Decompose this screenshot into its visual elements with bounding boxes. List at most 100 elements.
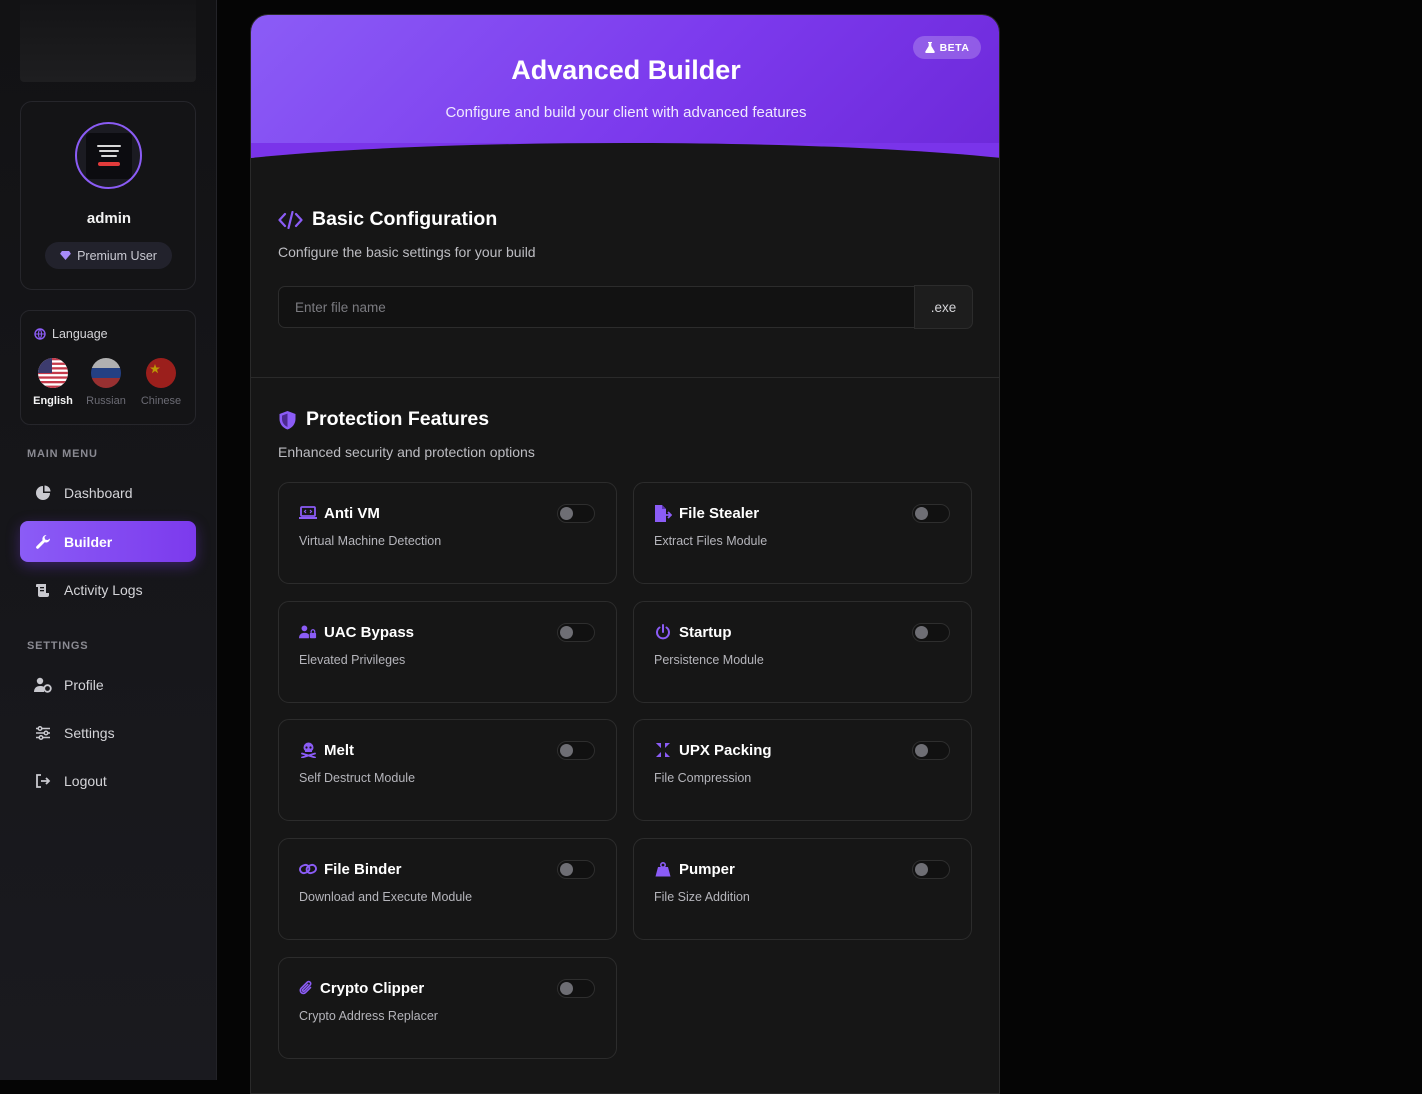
feature-title: File Stealer bbox=[654, 504, 759, 522]
feature-title-label: Pumper bbox=[679, 860, 735, 878]
globe-icon bbox=[34, 328, 46, 340]
feature-title: Crypto Clipper bbox=[299, 979, 424, 997]
settings-label: SETTINGS bbox=[27, 640, 89, 652]
nav-builder[interactable]: Builder bbox=[20, 521, 196, 562]
feature-title-label: File Stealer bbox=[679, 504, 760, 522]
feature-card-upx-packing: UPX Packing File Compression bbox=[633, 719, 972, 821]
language-title: Language bbox=[34, 327, 108, 341]
anti-vm-toggle[interactable] bbox=[557, 504, 595, 523]
startup-toggle[interactable] bbox=[912, 623, 950, 642]
nav-dashboard[interactable]: Dashboard bbox=[20, 472, 196, 513]
premium-badge-label: Premium User bbox=[77, 248, 157, 263]
flag-ru-icon[interactable] bbox=[91, 358, 121, 388]
file-name-input[interactable] bbox=[278, 286, 914, 328]
section-divider bbox=[251, 377, 999, 378]
feature-description: File Compression bbox=[654, 771, 752, 785]
hero-wave bbox=[251, 143, 999, 173]
lang-chinese[interactable]: Chinese bbox=[131, 395, 191, 407]
username: admin bbox=[86, 210, 132, 227]
feature-description: Download and Execute Module bbox=[299, 890, 473, 904]
feature-title: UPX Packing bbox=[654, 741, 772, 759]
feature-card-uac-bypass: UAC Bypass Elevated Privileges bbox=[278, 601, 617, 703]
nav-dashboard-label: Dashboard bbox=[64, 484, 133, 501]
feature-card-file-binder: File Binder Download and Execute Module bbox=[278, 838, 617, 940]
page-subtitle: Configure and build your client with adv… bbox=[445, 104, 807, 121]
premium-badge: Premium User bbox=[45, 242, 172, 269]
feature-title: Melt bbox=[299, 741, 354, 759]
protection-title-label: Protection Features bbox=[306, 408, 490, 430]
compress-icon bbox=[654, 741, 672, 759]
nav-builder-label: Builder bbox=[64, 533, 113, 550]
beta-label: BETA bbox=[939, 41, 970, 54]
feature-title-label: Startup bbox=[679, 623, 732, 641]
page-title: Advanced Builder bbox=[511, 55, 741, 85]
basic-config-title: Basic Configuration bbox=[278, 208, 497, 231]
beta-badge: BETA bbox=[913, 36, 981, 59]
feature-title-label: File Binder bbox=[324, 860, 402, 878]
nav-activity-logs-label: Activity Logs bbox=[64, 581, 143, 598]
feature-title: Anti VM bbox=[299, 504, 380, 522]
feature-title-label: Melt bbox=[324, 741, 354, 759]
paperclip-icon bbox=[299, 979, 313, 997]
upx-packing-toggle[interactable] bbox=[912, 741, 950, 760]
code-icon bbox=[278, 210, 303, 229]
nav-settings[interactable]: Settings bbox=[20, 712, 196, 753]
sidebar-logo bbox=[20, 0, 196, 82]
profile-card: admin Premium User bbox=[20, 101, 196, 290]
main-menu-label: MAIN MENU bbox=[27, 448, 98, 460]
basic-config-subtitle: Configure the basic settings for your bu… bbox=[278, 244, 536, 260]
logout-icon bbox=[34, 772, 52, 790]
sliders-icon bbox=[34, 724, 52, 742]
file-extension: .exe bbox=[914, 285, 973, 329]
language-title-label: Language bbox=[52, 327, 108, 341]
language-card: Language English Russian Chinese bbox=[20, 310, 196, 425]
nav-profile-label: Profile bbox=[64, 676, 104, 693]
feature-card-melt: Melt Self Destruct Module bbox=[278, 719, 617, 821]
flask-icon bbox=[924, 42, 935, 53]
file-export-icon bbox=[654, 504, 672, 522]
nav-activity-logs[interactable]: Activity Logs bbox=[20, 569, 196, 610]
lang-english[interactable]: English bbox=[23, 395, 83, 407]
feature-card-startup: Startup Persistence Module bbox=[633, 601, 972, 703]
feature-title-label: Crypto Clipper bbox=[320, 979, 425, 997]
user-gear-icon bbox=[34, 676, 52, 694]
sidebar: admin Premium User Language English Russ… bbox=[0, 0, 217, 1080]
shield-icon bbox=[279, 410, 296, 429]
feature-title: Startup bbox=[654, 623, 732, 641]
skull-crossbones-icon bbox=[299, 741, 317, 759]
file-stealer-toggle[interactable] bbox=[912, 504, 950, 523]
nav-settings-label: Settings bbox=[64, 724, 115, 741]
user-lock-icon bbox=[299, 623, 317, 641]
lang-russian[interactable]: Russian bbox=[76, 395, 136, 407]
pumper-toggle[interactable] bbox=[912, 860, 950, 879]
feature-description: Persistence Module bbox=[654, 653, 764, 667]
file-binder-toggle[interactable] bbox=[557, 860, 595, 879]
feature-title: Pumper bbox=[654, 860, 735, 878]
gem-icon bbox=[60, 251, 71, 260]
feature-title-label: Anti VM bbox=[324, 504, 380, 522]
feature-description: Self Destruct Module bbox=[299, 771, 416, 785]
feature-card-pumper: Pumper File Size Addition bbox=[633, 838, 972, 940]
avatar[interactable] bbox=[75, 122, 142, 189]
feature-card-file-stealer: File Stealer Extract Files Module bbox=[633, 482, 972, 584]
uac-bypass-toggle[interactable] bbox=[557, 623, 595, 642]
nav-profile[interactable]: Profile bbox=[20, 664, 196, 705]
nav-logout[interactable]: Logout bbox=[20, 760, 196, 801]
melt-toggle[interactable] bbox=[557, 741, 595, 760]
laptop-code-icon bbox=[299, 504, 317, 522]
scroll-icon bbox=[34, 581, 52, 599]
hero-header: Advanced Builder Configure and build you… bbox=[251, 15, 999, 160]
flag-cn-icon[interactable] bbox=[146, 358, 176, 388]
flag-us-icon[interactable] bbox=[38, 358, 68, 388]
feature-description: Crypto Address Replacer bbox=[299, 1009, 438, 1023]
crypto-clipper-toggle[interactable] bbox=[557, 979, 595, 998]
feature-title-label: UPX Packing bbox=[679, 741, 772, 759]
chart-pie-icon bbox=[34, 484, 52, 502]
file-name-group: .exe bbox=[278, 285, 973, 330]
feature-title: File Binder bbox=[299, 860, 402, 878]
feature-title: UAC Bypass bbox=[299, 623, 414, 641]
feature-card-crypto-clipper: Crypto Clipper Crypto Address Replacer bbox=[278, 957, 617, 1059]
feature-description: Virtual Machine Detection bbox=[299, 534, 442, 548]
power-icon bbox=[654, 623, 672, 641]
wrench-icon bbox=[34, 533, 52, 551]
